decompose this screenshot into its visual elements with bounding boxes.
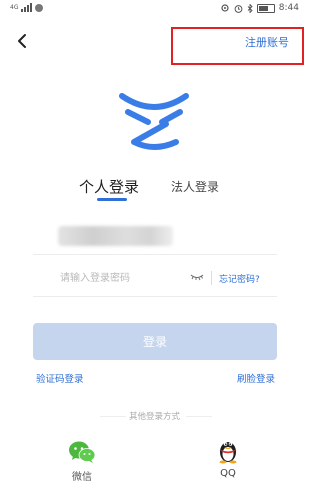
blurred-account-value: [58, 226, 173, 246]
wechat-login-button[interactable]: 微信: [62, 440, 102, 484]
status-left: 4G: [10, 3, 44, 12]
account-field[interactable]: [58, 226, 173, 246]
divider-right: [186, 416, 212, 417]
signal-icon: [21, 3, 33, 12]
qq-label: QQ: [220, 468, 236, 479]
forgot-password-link[interactable]: 忘记密码?: [219, 272, 260, 285]
qq-penguin-icon: [219, 442, 237, 464]
wechat-icon: [69, 441, 96, 463]
password-underline: [33, 296, 277, 297]
eye-closed-icon[interactable]: [190, 272, 204, 282]
network-label: 4G: [10, 4, 19, 11]
tab-personal-login[interactable]: 个人登录: [79, 176, 139, 197]
login-button[interactable]: 登录: [33, 323, 277, 360]
alarm-icon: [234, 4, 243, 13]
qq-login-button[interactable]: QQ: [208, 436, 248, 484]
face-login-link[interactable]: 刷脸登录: [237, 371, 275, 385]
account-underline: [33, 254, 277, 255]
notification-icon: [35, 3, 44, 12]
chevron-left-icon: [18, 34, 26, 48]
tab-corporate-login[interactable]: 法人登录: [171, 178, 219, 195]
status-right: 8:44: [220, 3, 299, 13]
status-bar: 4G 8:44: [0, 0, 309, 18]
field-divider: [211, 271, 212, 285]
app-logo: [119, 93, 189, 150]
back-button[interactable]: [14, 30, 34, 52]
sms-code-login-link[interactable]: 验证码登录: [36, 371, 84, 385]
other-login-title: 其他登录方式: [128, 412, 180, 422]
wechat-label: 微信: [72, 472, 92, 483]
annotation-highlight-box: [171, 27, 304, 65]
active-tab-indicator: [97, 198, 127, 201]
password-input[interactable]: [60, 268, 185, 288]
nfc-icon: [221, 4, 229, 12]
bluetooth-icon: [247, 3, 253, 13]
battery-icon: [256, 3, 275, 13]
status-time: 8:44: [278, 3, 299, 13]
